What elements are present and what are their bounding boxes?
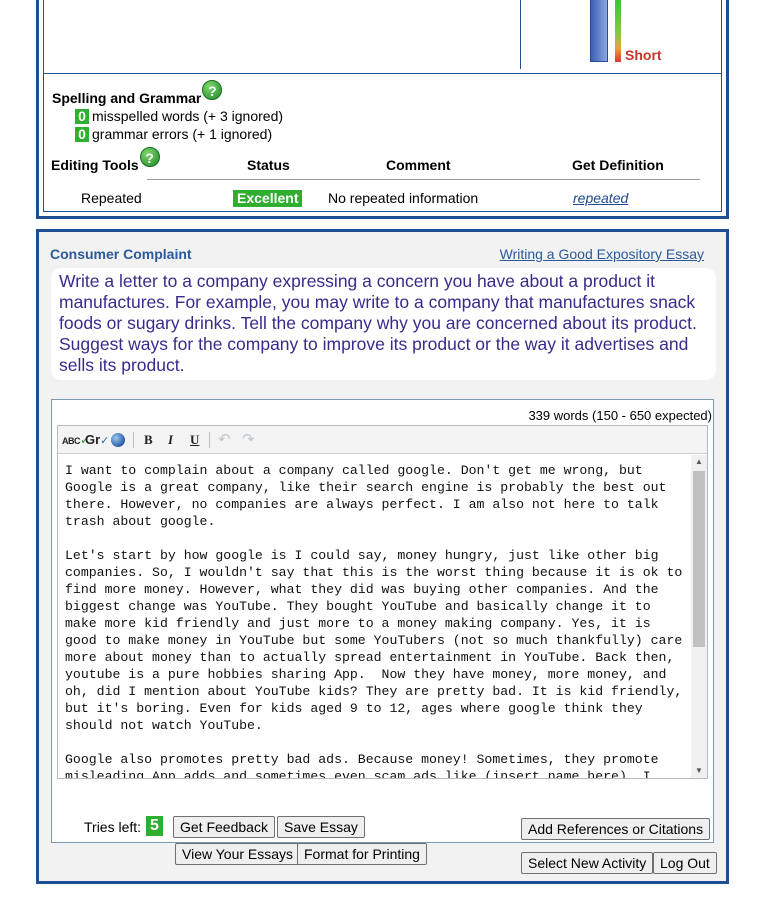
format-printing-button[interactable]: Format for Printing [297, 843, 427, 865]
length-chart-area: Short [44, 0, 721, 74]
definition-column-header: Get Definition [572, 157, 664, 173]
toolbar-separator [209, 432, 210, 448]
grammar-errors-row: 0 grammar errors (+ 1 ignored) [75, 126, 272, 142]
feedback-panel: Short Spelling and Grammar? 0 misspelled … [36, 0, 729, 219]
length-label: Short [625, 47, 662, 63]
select-new-activity-button[interactable]: Select New Activity [521, 852, 654, 874]
grammar-check-label: Gr [85, 432, 101, 447]
essay-editor-panel: 339 words (150 - 650 expected) ABC ✓ Gr✓ … [51, 399, 714, 865]
editor-toolbar: ABC ✓ Gr✓ B I U ↶ ↷ [58, 426, 707, 454]
definition-link-text[interactable]: repeated [573, 190, 628, 206]
scroll-up-arrow-icon[interactable]: ▲ [691, 455, 707, 469]
italic-button[interactable]: I [168, 431, 173, 449]
definition-link[interactable]: repeated [573, 190, 628, 206]
table-row: Repeated Excellent No repeated informati… [44, 190, 721, 208]
tries-left-label: Tries left: [84, 819, 142, 835]
bold-button[interactable]: B [144, 431, 153, 449]
scroll-down-arrow-icon[interactable]: ▼ [691, 764, 707, 778]
globe-icon[interactable] [111, 433, 125, 447]
help-icon[interactable]: ? [139, 147, 160, 167]
editor-scrollbar[interactable]: ▲ ▼ [691, 455, 707, 778]
chart-divider [520, 0, 521, 69]
view-essays-button[interactable]: View Your Essays [175, 843, 301, 865]
editing-tools-heading: Editing Tools? [51, 147, 160, 173]
redo-icon[interactable]: ↷ [242, 431, 255, 449]
get-feedback-button[interactable]: Get Feedback [173, 816, 275, 838]
comment-column-header: Comment [386, 157, 451, 173]
misspelled-words-row: 0 misspelled words (+ 3 ignored) [75, 108, 283, 124]
spelling-grammar-heading: Spelling and Grammar? [52, 80, 223, 106]
status-excellent-badge: Excellent [233, 190, 303, 207]
status-column-header: Status [247, 157, 290, 173]
rich-text-editor: ABC ✓ Gr✓ B I U ↶ ↷ I want to complain ab… [57, 425, 708, 779]
essay-length-bar [590, 0, 608, 62]
underline-button[interactable]: U [190, 431, 199, 449]
add-references-button[interactable]: Add References or Citations [521, 818, 711, 840]
length-gauge-scale [615, 0, 621, 62]
grammar-check-button[interactable]: Gr✓ [85, 431, 109, 449]
misspelled-text: misspelled words (+ 3 ignored) [92, 108, 284, 124]
misspelled-count-badge: 0 [75, 109, 89, 124]
word-count: 339 words (150 - 650 expected) [528, 408, 712, 423]
activity-panel: Consumer Complaint Writing a Good Exposi… [36, 229, 729, 884]
tool-name: Repeated [81, 190, 142, 206]
grammar-text: grammar errors (+ 1 ignored) [92, 126, 273, 142]
tries-left-count: 5 [146, 816, 163, 836]
grammar-count-badge: 0 [75, 127, 89, 142]
feedback-panel-inner: Short Spelling and Grammar? 0 misspelled … [43, 0, 722, 212]
prompt-text: Write a letter to a company expressing a… [59, 271, 697, 375]
editing-tools-header: Editing Tools? Status Comment Get Defini… [44, 147, 721, 179]
comment-text: No repeated information [328, 190, 479, 206]
editing-tools-title: Editing Tools [51, 157, 139, 173]
status-badge: Excellent [233, 190, 303, 207]
spell-check-label: ABC [62, 436, 81, 446]
save-essay-button[interactable]: Save Essay [277, 816, 365, 838]
scrollbar-thumb[interactable] [693, 471, 705, 647]
essay-textarea[interactable]: I want to complain about a company calle… [65, 462, 687, 778]
header-divider [147, 179, 700, 180]
undo-icon[interactable]: ↶ [218, 431, 231, 449]
spelling-grammar-title: Spelling and Grammar [52, 90, 202, 106]
toolbar-separator [133, 432, 134, 448]
log-out-button[interactable]: Log Out [653, 852, 717, 874]
activity-title: Consumer Complaint [50, 246, 192, 262]
prompt-box: Write a letter to a company expressing a… [51, 268, 716, 380]
writing-guide-link[interactable]: Writing a Good Expository Essay [500, 246, 704, 262]
check-icon: ✓ [100, 435, 110, 447]
help-icon[interactable]: ? [202, 80, 223, 100]
